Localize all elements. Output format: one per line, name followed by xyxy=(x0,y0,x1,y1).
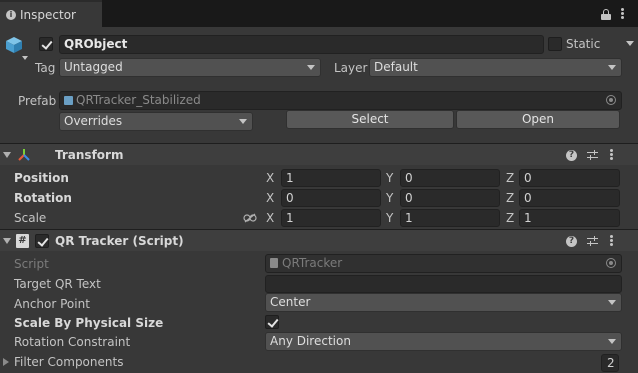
layer-dropdown[interactable]: Default xyxy=(369,58,622,77)
help-icon[interactable]: ? xyxy=(566,236,577,247)
object-picker-icon xyxy=(606,258,616,268)
target-qr-text-field[interactable] xyxy=(265,275,622,293)
chevron-down-icon xyxy=(307,65,315,70)
static-checkbox[interactable] xyxy=(548,37,562,51)
anchor-point-label: Anchor Point xyxy=(14,297,90,311)
presets-icon[interactable] xyxy=(587,150,598,160)
position-x-axis: X xyxy=(266,171,275,185)
tag-dropdown[interactable]: Untagged xyxy=(59,58,321,77)
tab-inspector[interactable]: i Inspector xyxy=(0,0,102,27)
chevron-down-icon xyxy=(239,119,247,124)
rotation-x-axis: X xyxy=(266,191,275,205)
static-label: Static xyxy=(566,37,601,51)
scale-x-axis: X xyxy=(266,211,275,225)
active-toggle[interactable] xyxy=(39,37,53,51)
layer-label: Layer xyxy=(334,61,368,75)
open-button[interactable]: Open xyxy=(456,110,620,129)
scale-x-field[interactable]: 1 xyxy=(281,209,381,227)
scale-y-field[interactable]: 1 xyxy=(400,209,500,227)
object-name-field[interactable]: QRObject xyxy=(59,35,544,54)
transform-title: Transform xyxy=(55,148,124,162)
transform-header[interactable]: Transform ? xyxy=(0,143,638,165)
anchor-point-dropdown[interactable]: Center xyxy=(265,293,622,312)
position-y-field[interactable]: 0 xyxy=(400,169,500,187)
position-z-axis: Z xyxy=(506,171,515,185)
layer-value: Default xyxy=(374,60,418,74)
overrides-dropdown[interactable]: Overrides xyxy=(59,112,253,131)
rotation-y-field[interactable]: 0 xyxy=(400,189,500,207)
help-icon[interactable]: ? xyxy=(566,150,577,161)
rotation-y-axis: Y xyxy=(386,191,394,205)
transform-icon xyxy=(17,148,31,162)
qrtracker-title: QR Tracker (Script) xyxy=(55,234,184,248)
script-file-icon xyxy=(270,258,278,268)
lock-icon[interactable] xyxy=(601,9,611,20)
qrtracker-header[interactable]: # QR Tracker (Script) ? xyxy=(0,229,638,251)
prefab-field[interactable]: QRTracker_Stabilized xyxy=(59,91,622,110)
script-label: Script xyxy=(14,257,49,271)
tab-title: Inspector xyxy=(20,8,76,22)
qrtracker-enabled-toggle[interactable] xyxy=(35,234,49,248)
scale-z-axis: Z xyxy=(506,211,515,225)
scale-y-axis: Y xyxy=(386,211,394,225)
component-menu-icon[interactable] xyxy=(610,235,614,247)
expand-arrow-icon[interactable] xyxy=(3,358,9,366)
position-label: Position xyxy=(14,171,69,185)
overrides-value: Overrides xyxy=(64,114,123,128)
prefab-icon xyxy=(64,96,73,105)
position-x-field[interactable]: 1 xyxy=(281,169,381,187)
object-picker-icon[interactable] xyxy=(606,95,616,105)
filter-components-label[interactable]: Filter Components xyxy=(14,355,123,369)
tag-label: Tag xyxy=(35,61,56,75)
rotation-x-field[interactable]: 0 xyxy=(281,189,381,207)
rotation-label: Rotation xyxy=(14,191,72,205)
anchor-point-value: Center xyxy=(270,295,311,309)
position-z-field[interactable]: 0 xyxy=(519,169,620,187)
chevron-down-icon[interactable] xyxy=(22,56,28,60)
rotation-constraint-label: Rotation Constraint xyxy=(14,335,131,349)
gameobject-icon xyxy=(4,35,24,55)
fold-arrow-icon[interactable] xyxy=(3,238,11,244)
rotation-constraint-dropdown[interactable]: Any Direction xyxy=(265,332,622,351)
chevron-down-icon xyxy=(608,300,616,305)
fold-arrow-icon[interactable] xyxy=(3,152,11,158)
constrain-proportions-icon[interactable] xyxy=(243,212,257,223)
menu-icon[interactable] xyxy=(621,8,625,20)
rotation-z-axis: Z xyxy=(506,191,515,205)
chevron-down-icon xyxy=(608,339,616,344)
rotation-constraint-value: Any Direction xyxy=(270,334,351,348)
prefab-value: QRTracker_Stabilized xyxy=(76,93,201,107)
chevron-down-icon xyxy=(608,65,616,70)
filter-components-count[interactable]: 2 xyxy=(601,354,619,372)
static-dropdown-arrow[interactable] xyxy=(626,41,634,46)
script-icon: # xyxy=(16,234,29,248)
prefab-label: Prefab xyxy=(18,94,57,108)
scale-physical-checkbox[interactable] xyxy=(265,315,279,329)
tag-value: Untagged xyxy=(64,60,123,74)
info-icon: i xyxy=(6,10,16,20)
presets-icon[interactable] xyxy=(587,236,598,246)
component-menu-icon[interactable] xyxy=(610,149,614,161)
target-qr-text-label: Target QR Text xyxy=(14,277,101,291)
script-value: QRTracker xyxy=(282,256,343,270)
rotation-z-field[interactable]: 0 xyxy=(519,189,620,207)
position-y-axis: Y xyxy=(386,171,394,185)
scale-physical-label: Scale By Physical Size xyxy=(14,316,164,330)
select-button[interactable]: Select xyxy=(286,110,454,129)
script-field: QRTracker xyxy=(265,254,622,273)
scale-z-field[interactable]: 1 xyxy=(519,209,620,227)
scale-label: Scale xyxy=(14,211,47,225)
